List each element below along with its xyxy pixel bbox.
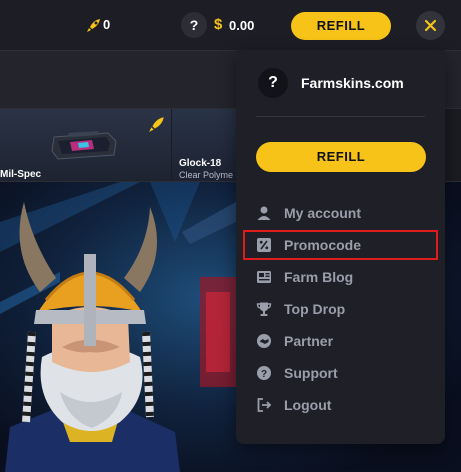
live-drop-card[interactable]: Glock-18 Clear Polyme [172, 109, 242, 181]
top-bar: 0 ? $ 0.00 REFILL [0, 0, 461, 50]
menu-refill-button[interactable]: REFILL [256, 142, 426, 172]
live-drop-card[interactable]: Mil-Spec [0, 109, 171, 181]
menu-item-partner[interactable]: Partner [246, 328, 436, 354]
drop-item-name: Mil-Spec [0, 169, 42, 180]
menu-item-support[interactable]: ? Support [246, 360, 436, 386]
weapon-case-image [51, 131, 117, 160]
close-icon [424, 19, 437, 32]
logout-icon [257, 398, 272, 412]
rocket-icon [149, 117, 164, 132]
svg-text:?: ? [261, 369, 267, 380]
close-menu-button[interactable] [416, 11, 445, 40]
refill-button[interactable]: REFILL [291, 12, 391, 40]
drop-item-name: Glock-18 [179, 158, 222, 169]
menu-item-label: Partner [284, 333, 334, 349]
menu-item-top-drop[interactable]: Top Drop [246, 296, 436, 322]
menu-item-label: Top Drop [284, 301, 346, 317]
handshake-icon [257, 334, 271, 348]
site-name: Farmskins.com [301, 75, 404, 91]
menu-item-label: Support [284, 365, 338, 381]
menu-divider [256, 116, 425, 117]
menu-item-farm-blog[interactable]: Farm Blog [246, 264, 436, 290]
help-icon: ? [258, 68, 288, 98]
account-dropdown-menu: ? Farmskins.com REFILL My account Promoc… [236, 50, 445, 444]
promocode-highlight-box [243, 230, 438, 260]
app-root: 0 ? $ 0.00 REFILL Mil-Spec Glock-18 Clea… [0, 0, 461, 472]
rocket-icon [87, 19, 100, 32]
balance-amount: 0.00 [229, 18, 255, 33]
currency-symbol: $ [214, 16, 223, 33]
rocket-count: 0 [103, 17, 111, 32]
news-icon [257, 271, 271, 283]
menu-item-my-account[interactable]: My account [246, 200, 436, 226]
help-icon[interactable]: ? [181, 12, 207, 38]
drop-item-skin: Clear Polyme [179, 170, 234, 180]
menu-item-label: Farm Blog [284, 269, 354, 285]
menu-item-label: My account [284, 205, 362, 221]
menu-item-logout[interactable]: Logout [246, 392, 436, 418]
menu-item-label: Logout [284, 397, 332, 413]
trophy-icon [256, 302, 272, 316]
support-icon: ? [257, 366, 271, 380]
user-icon [257, 206, 271, 220]
